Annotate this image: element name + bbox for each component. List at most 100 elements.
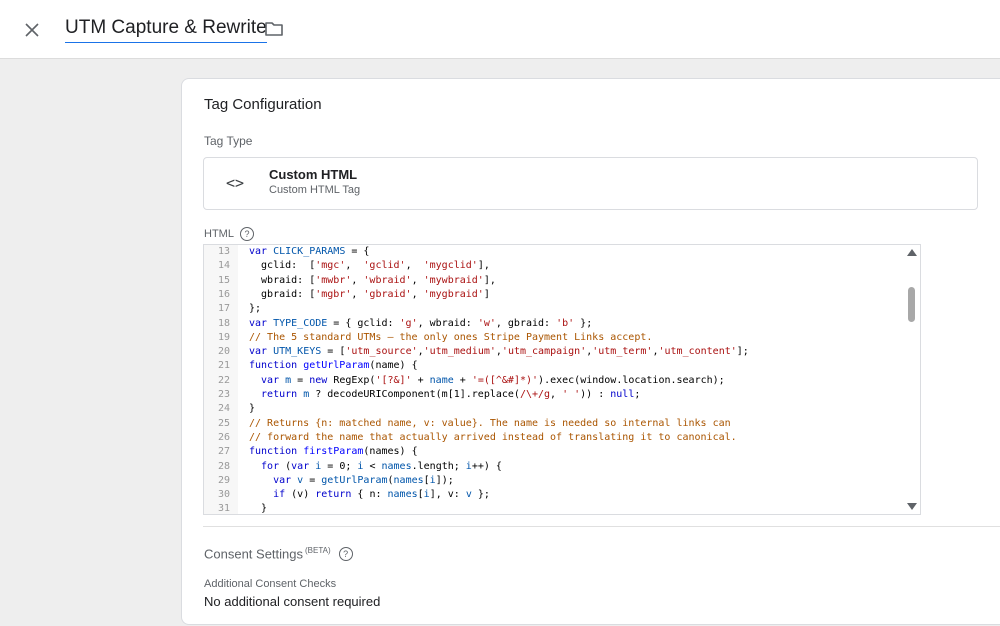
code-line: 23 return m ? decodeURIComponent(m[1].re… bbox=[204, 388, 904, 402]
code-token: }; bbox=[574, 317, 593, 329]
top-bar: UTM Capture & Rewrite bbox=[0, 0, 1000, 59]
scrollbar-thumb[interactable] bbox=[908, 287, 915, 322]
code-token: getUrlParam bbox=[303, 360, 370, 372]
code-line: 27 function firstParam(names) { bbox=[204, 445, 904, 459]
code-token: name bbox=[429, 374, 454, 386]
code-token: 'mwbr' bbox=[315, 274, 352, 286]
code-token: + bbox=[411, 374, 430, 386]
code-token: getUrlParam bbox=[321, 474, 388, 486]
code-line: 18 var TYPE_CODE = { gclid: 'g', wbraid: … bbox=[204, 317, 904, 331]
code-token: } bbox=[249, 503, 268, 515]
code-token: 'utm_content' bbox=[658, 346, 737, 358]
tag-name-input[interactable]: UTM Capture & Rewrite bbox=[65, 17, 267, 43]
code-token: 'utm_source' bbox=[345, 346, 418, 358]
code-token: CLICK_PARAMS bbox=[273, 246, 346, 257]
close-icon[interactable] bbox=[20, 18, 44, 42]
help-icon[interactable]: ? bbox=[338, 546, 353, 561]
line-number: 20 bbox=[217, 346, 230, 358]
code-token: ' ' bbox=[562, 389, 581, 400]
code-token: 'g' bbox=[399, 317, 418, 329]
scroll-up-icon[interactable] bbox=[907, 249, 917, 256]
code-line: 13 var CLICK_PARAMS = { bbox=[204, 245, 904, 259]
code-token: 'b' bbox=[556, 317, 575, 329]
code-line: 30 if (v) return { n: names[i], v: v }; bbox=[204, 488, 904, 502]
code-editor[interactable]: 13 var CLICK_PARAMS = {14 gclid: ['mgc', … bbox=[203, 244, 921, 515]
code-line: 22 var m = new RegExp('[?&]' + name + '=… bbox=[204, 374, 904, 388]
code-token: '=([^&#]*)' bbox=[471, 374, 539, 386]
code-token: 'gbraid' bbox=[363, 288, 412, 300]
code-token: , gbraid: bbox=[495, 317, 557, 329]
line-number: 30 bbox=[217, 489, 230, 501]
help-icon[interactable]: ? bbox=[239, 227, 254, 241]
code-token: 'utm_campaign' bbox=[501, 346, 587, 358]
code-line: 26 // forward the name that actually arri… bbox=[204, 431, 904, 445]
code-token: gclid: [ bbox=[249, 260, 316, 272]
line-number: 23 bbox=[217, 389, 230, 400]
consent-checks-value: No additional consent required bbox=[204, 594, 381, 609]
code-line: 21 function getUrlParam(name) { bbox=[204, 359, 904, 373]
code-token: // The 5 standard UTMs — the only ones S… bbox=[249, 331, 653, 343]
consent-title: Consent Settings bbox=[204, 546, 304, 562]
code-line: 14 gclid: ['mgc', 'gclid', 'mygclid'], bbox=[204, 259, 904, 273]
code-token: ++) { bbox=[471, 460, 502, 472]
line-number: 22 bbox=[217, 374, 230, 386]
code-line: 19 // The 5 standard UTMs — the only ones… bbox=[204, 331, 904, 345]
code-token: ], bbox=[483, 274, 496, 286]
code-token: 'w' bbox=[477, 317, 496, 329]
html-label: HTML ? bbox=[204, 227, 254, 241]
code-line: 20 var UTM_KEYS = ['utm_source','utm_medi… bbox=[204, 345, 904, 359]
code-token: 'wbraid' bbox=[363, 274, 412, 286]
code-token: , bbox=[411, 274, 424, 286]
code-token: wbraid: [ bbox=[249, 274, 316, 286]
tag-configuration-card: Tag Configuration Tag Type <> Custom HTM… bbox=[181, 78, 1000, 625]
folder-icon[interactable] bbox=[263, 18, 285, 40]
code-token: (names) { bbox=[363, 446, 418, 458]
code-token: var bbox=[249, 374, 286, 386]
code-line: 29 var v = getUrlParam(names[i]); bbox=[204, 474, 904, 488]
code-token: = { gclid: bbox=[327, 317, 400, 329]
code-token: , wbraid: bbox=[417, 317, 478, 329]
code-token: ? decodeURIComponent(m[1].replace( bbox=[309, 389, 520, 400]
code-line: 31 } bbox=[204, 502, 904, 515]
consent-checks-label: Additional Consent Checks bbox=[204, 578, 337, 590]
line-number: 14 bbox=[217, 260, 230, 272]
code-token: , bbox=[351, 274, 364, 286]
code-token: = [ bbox=[321, 346, 346, 358]
line-number: 26 bbox=[217, 431, 230, 443]
tag-type-name: Custom HTML bbox=[269, 167, 358, 182]
code-token: function bbox=[249, 446, 304, 458]
code-token: 'utm_medium' bbox=[423, 346, 496, 358]
code-token: names bbox=[387, 489, 418, 501]
code-token: // forward the name that actually arrive… bbox=[249, 431, 737, 443]
code-token: ]; bbox=[736, 346, 749, 358]
code-token: .length; bbox=[411, 460, 466, 472]
scroll-down-icon[interactable] bbox=[907, 503, 917, 510]
card-title: Tag Configuration bbox=[204, 96, 322, 113]
code-token: RegExp( bbox=[333, 374, 376, 386]
tag-type-subtitle: Custom HTML Tag bbox=[269, 184, 361, 196]
line-number: 28 bbox=[217, 460, 230, 472]
code-token: UTM_KEYS bbox=[273, 346, 322, 358]
code-token: ]); bbox=[435, 474, 454, 486]
line-number: 31 bbox=[217, 503, 230, 515]
code-token: ] bbox=[483, 288, 490, 300]
code-token: /\+/g bbox=[519, 389, 551, 400]
code-token: + bbox=[453, 374, 472, 386]
code-token: firstParam bbox=[303, 446, 364, 458]
code-token: = 0; bbox=[321, 460, 358, 472]
code-token: 'mygbraid' bbox=[423, 288, 484, 300]
code-token: var bbox=[249, 317, 274, 329]
code-line: 28 for (var i = 0; i < names.length; i++… bbox=[204, 460, 904, 474]
code-line: 17}; bbox=[204, 302, 904, 316]
code-token: gbraid: [ bbox=[249, 288, 316, 300]
line-number: 15 bbox=[217, 274, 230, 286]
code-token: ], bbox=[477, 260, 490, 272]
line-number: 13 bbox=[217, 246, 230, 257]
code-token: return bbox=[249, 389, 304, 400]
tag-type-selector[interactable]: <> Custom HTML Custom HTML Tag bbox=[203, 157, 978, 210]
code-token: var bbox=[249, 474, 298, 486]
line-number: 27 bbox=[217, 446, 230, 458]
code-token: }; bbox=[471, 489, 490, 501]
code-token: 'mywbraid' bbox=[423, 274, 484, 286]
code-token: var bbox=[249, 246, 274, 257]
